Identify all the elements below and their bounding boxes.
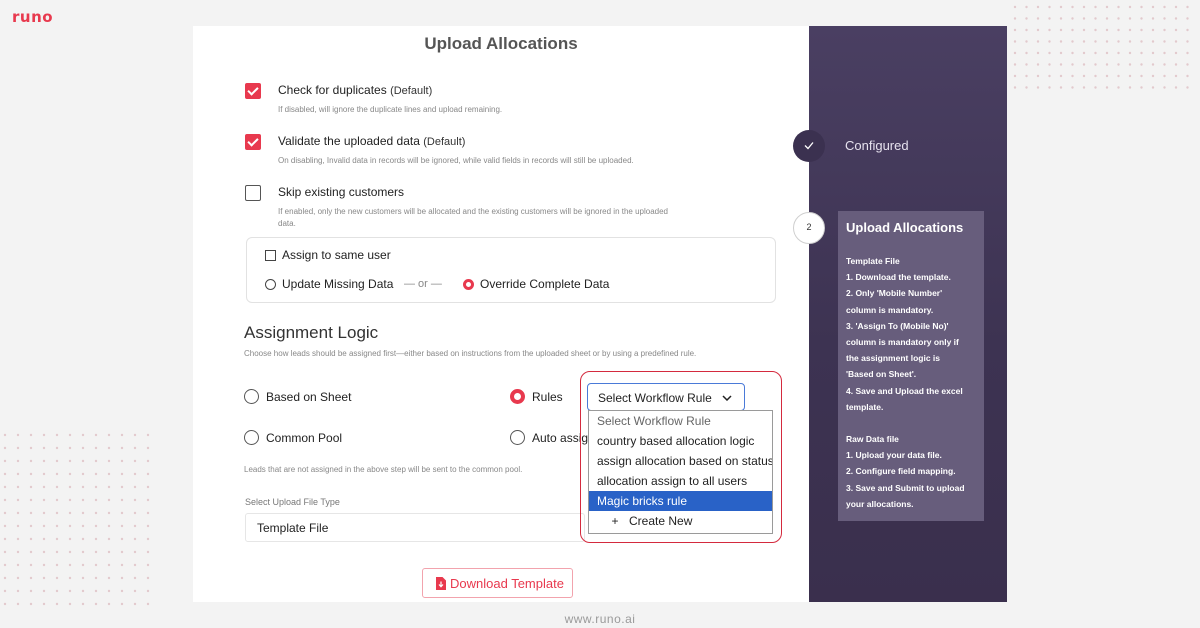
file-download-icon <box>436 577 446 590</box>
create-new-label: Create New <box>629 514 693 528</box>
based-on-sheet-radio[interactable] <box>244 389 259 404</box>
step-2-info-card: Upload Allocations Template File 1. Down… <box>838 211 984 521</box>
assign-same-user-checkbox[interactable] <box>265 250 276 261</box>
instruction-line: column is mandatory. <box>846 304 934 315</box>
instruction-line: the assignment logic is <box>846 353 940 364</box>
update-missing-label: Update Missing Data <box>282 277 394 291</box>
override-complete-label: Override Complete Data <box>480 277 610 291</box>
validate-data-checkbox[interactable] <box>245 134 261 150</box>
dropdown-option[interactable]: assign allocation based on status <box>589 451 772 471</box>
instruction-line: Template File <box>846 256 900 266</box>
instructions-list: Template File 1. Download the template. … <box>846 253 980 512</box>
skip-existing-help: If enabled, only the new customers will … <box>278 207 669 228</box>
data-options-box: Assign to same user Update Missing Data … <box>246 237 776 303</box>
update-missing-radio[interactable] <box>265 279 276 290</box>
upload-allocations-panel: Upload Allocations Check for duplicates … <box>193 26 809 602</box>
common-pool-note: Leads that are not assigned in the above… <box>244 465 523 474</box>
runo-logo: runo <box>12 8 54 26</box>
footer-url: www.runo.ai <box>564 612 636 626</box>
rules-label: Rules <box>532 390 563 404</box>
check-duplicates-checkbox[interactable] <box>245 83 261 99</box>
workflow-rule-select-value: Select Workflow Rule <box>598 391 712 405</box>
instruction-line <box>846 415 980 431</box>
validate-data-label: Validate the uploaded data (Default) <box>278 134 466 148</box>
step-2-number: 2 <box>806 222 812 232</box>
check-duplicates-help: If disabled, will ignore the duplicate l… <box>278 105 503 114</box>
common-pool-radio[interactable] <box>244 430 259 445</box>
instruction-line: your allocations. <box>846 498 914 509</box>
dropdown-option[interactable]: country based allocation logic <box>589 431 772 451</box>
step-1-indicator <box>793 130 825 162</box>
upload-file-type-label: Select Upload File Type <box>245 497 340 507</box>
instruction-line: 3. 'Assign To (Mobile No)' <box>846 320 949 331</box>
override-complete-radio[interactable] <box>463 279 474 290</box>
instruction-line: 3. Save and Submit to upload <box>846 482 965 493</box>
instruction-line: 4. Save and Upload the excel <box>846 385 963 396</box>
skip-existing-label: Skip existing customers <box>278 185 405 199</box>
instruction-line: column is mandatory only if <box>846 336 959 347</box>
instruction-line: 1. Download the template. <box>846 272 951 283</box>
upload-file-type-select[interactable]: Template File <box>245 513 585 542</box>
instruction-line: 2. Only 'Mobile Number' <box>846 288 943 299</box>
workflow-rule-select[interactable]: Select Workflow Rule <box>587 383 745 411</box>
dropdown-option-placeholder[interactable]: Select Workflow Rule <box>589 411 772 431</box>
or-separator: — or — <box>404 278 442 290</box>
chevron-down-icon <box>722 395 732 401</box>
assign-same-user-label: Assign to same user <box>282 248 391 262</box>
workflow-rule-dropdown: Select Workflow Rule country based alloc… <box>588 410 773 534</box>
instruction-line: Raw Data file <box>846 434 899 445</box>
dot-pattern-top-right <box>1012 4 1198 104</box>
rules-radio[interactable] <box>510 389 525 404</box>
upload-file-type-value: Template File <box>257 521 329 535</box>
auto-assign-radio[interactable] <box>510 430 525 445</box>
step-1-label: Configured <box>845 138 909 153</box>
validate-data-help: On disabling, Invalid data in records wi… <box>278 156 634 165</box>
instruction-line: 1. Upload your data file. <box>846 450 942 461</box>
step-2-title: Upload Allocations <box>846 220 964 235</box>
download-template-label: Download Template <box>450 576 564 591</box>
instruction-line: 'Based on Sheet'. <box>846 369 917 380</box>
common-pool-label: Common Pool <box>266 431 343 445</box>
skip-existing-checkbox[interactable] <box>245 185 261 201</box>
dot-pattern-bottom-left <box>2 432 188 622</box>
download-template-button[interactable]: Download Template <box>422 568 573 598</box>
assignment-logic-heading: Assignment Logic <box>244 323 379 342</box>
dropdown-option[interactable]: allocation assign to all users <box>589 471 772 491</box>
check-duplicates-label: Check for duplicates (Default) <box>278 83 433 97</box>
instruction-line: 2. Configure field mapping. <box>846 466 956 477</box>
page-title: Upload Allocations <box>424 34 578 53</box>
based-on-sheet-label: Based on Sheet <box>266 390 352 404</box>
dropdown-option-highlighted[interactable]: Magic bricks rule <box>589 491 772 511</box>
check-icon <box>804 142 814 150</box>
step-2-indicator: 2 <box>793 212 825 244</box>
instruction-line: template. <box>846 401 884 412</box>
assignment-logic-help: Choose how leads should be assigned firs… <box>244 349 697 358</box>
plus-icon: + <box>611 514 619 528</box>
create-new-option[interactable]: + Create New <box>589 511 772 531</box>
